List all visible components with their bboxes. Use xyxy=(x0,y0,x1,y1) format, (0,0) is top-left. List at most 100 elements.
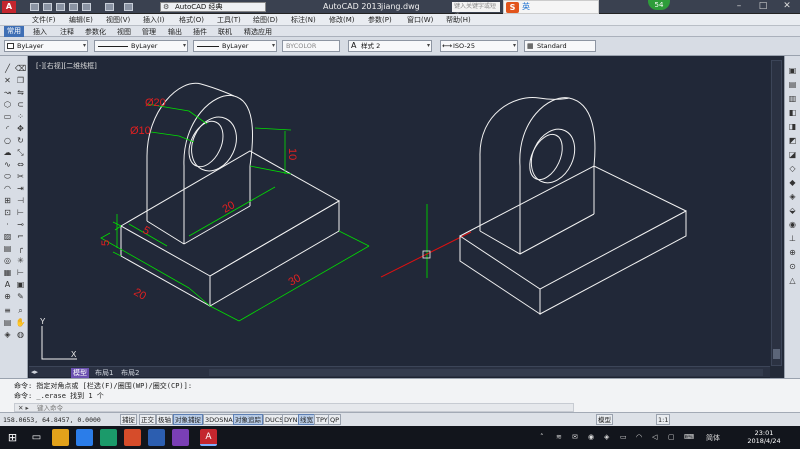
zoom-icon[interactable]: ⌕ xyxy=(15,306,26,316)
clock[interactable]: 23:01 2018/4/24 xyxy=(734,429,794,445)
multiline-text-icon[interactable]: A xyxy=(2,280,13,290)
ortho-toggle[interactable]: 正交 xyxy=(139,414,156,425)
rotate-icon[interactable]: ↻ xyxy=(15,136,26,146)
tab-plugins[interactable]: 插件 xyxy=(193,27,207,37)
ucs-origin-icon[interactable]: ⊙ xyxy=(787,262,798,272)
vertical-scrollbar[interactable] xyxy=(771,60,782,366)
offset-icon[interactable]: ⊂ xyxy=(15,100,26,110)
volume-icon[interactable]: ◁ xyxy=(652,433,657,441)
app-icon[interactable] xyxy=(100,429,117,446)
file-explorer-icon[interactable] xyxy=(52,429,69,446)
osnap-toggle[interactable]: 对象捕捉 xyxy=(173,414,203,425)
tab-featured-apps[interactable]: 精选应用 xyxy=(244,27,272,37)
ellipse-arc-icon[interactable]: ◠ xyxy=(2,184,13,194)
mirror-icon[interactable]: ⇋ xyxy=(15,88,26,98)
plotstyle-select[interactable]: BYCOLOR xyxy=(282,40,340,52)
text-style-select[interactable]: A 样式 2 ▾ xyxy=(348,40,432,52)
polar-toggle[interactable]: 极轴 xyxy=(156,414,173,425)
save-icon[interactable] xyxy=(56,3,65,11)
insert-block-icon[interactable]: ⊞ xyxy=(2,196,13,206)
maximize-icon[interactable]: □ xyxy=(752,0,774,14)
spline-icon[interactable]: ∿ xyxy=(2,160,13,170)
tab-parametric[interactable]: 参数化 xyxy=(85,27,106,37)
otrack-toggle[interactable]: 对象追踪 xyxy=(233,414,263,425)
close-icon[interactable]: ✕ xyxy=(776,0,798,14)
revcloud-icon[interactable]: ☁ xyxy=(2,148,13,158)
rectangle-icon[interactable]: ▭ xyxy=(2,112,13,122)
scrollbar-thumb[interactable] xyxy=(773,349,780,359)
break-icon[interactable]: ⊢ xyxy=(15,208,26,218)
back-view-icon[interactable]: ◪ xyxy=(787,150,798,160)
scale-icon[interactable]: ⤡ xyxy=(15,148,26,158)
search-input[interactable]: 键入关键字或短语 xyxy=(452,2,500,20)
plot-icon[interactable] xyxy=(82,3,91,11)
headset-icon[interactable]: ◉ xyxy=(588,433,594,441)
point-icon[interactable]: · xyxy=(2,220,13,230)
app-icon[interactable] xyxy=(124,429,141,446)
app-icon[interactable] xyxy=(148,429,165,446)
right-view-icon[interactable]: ◨ xyxy=(787,122,798,132)
chamfer-icon[interactable]: ⌐ xyxy=(15,232,26,242)
menu-modify[interactable]: 修改(M) xyxy=(329,15,355,25)
explode-icon[interactable]: ✳ xyxy=(15,256,26,266)
display-icon[interactable]: ▢ xyxy=(668,433,675,441)
polyline-icon[interactable]: ↝ xyxy=(2,88,13,98)
network-icon[interactable]: ≋ xyxy=(556,433,562,441)
add-selected-icon[interactable]: ⊕ xyxy=(2,292,13,302)
tab-insert[interactable]: 插入 xyxy=(33,27,47,37)
table-icon[interactable]: ▦ xyxy=(2,268,13,278)
ime-tray-icon[interactable]: ⌨ xyxy=(684,433,694,441)
wifi-icon[interactable]: ◠ xyxy=(636,433,642,441)
menu-parametric[interactable]: 参数(P) xyxy=(368,15,392,25)
ne-iso-icon[interactable]: ◈ xyxy=(787,192,798,202)
menu-dimension[interactable]: 标注(N) xyxy=(291,15,316,25)
tab-layout1[interactable]: 布局1 xyxy=(95,368,113,378)
layer-tool-icon[interactable]: ◈ xyxy=(2,330,13,340)
array-icon[interactable]: ⁘ xyxy=(15,112,26,122)
snap-toggle[interactable]: 捕捉 xyxy=(120,414,137,425)
se-iso-icon[interactable]: ◆ xyxy=(787,178,798,188)
dimension-icon[interactable]: ⊢ xyxy=(15,268,26,278)
pan-icon[interactable]: ✋ xyxy=(15,318,26,328)
fillet-icon[interactable]: ╭ xyxy=(15,244,26,254)
dim-style-select[interactable]: ⟷ ISO-25 ▾ xyxy=(440,40,518,52)
named-views-icon[interactable]: ▣ xyxy=(787,66,798,76)
match-properties-icon[interactable]: ✎ xyxy=(15,292,26,302)
autocad-logo[interactable]: A xyxy=(2,1,16,13)
minimize-icon[interactable]: – xyxy=(728,0,750,14)
extend-icon[interactable]: ⇥ xyxy=(15,184,26,194)
new-file-icon[interactable] xyxy=(30,3,39,11)
open-file-icon[interactable] xyxy=(43,3,52,11)
tab-home[interactable]: 常用 xyxy=(4,26,24,37)
break-at-point-icon[interactable]: ⊣ xyxy=(15,196,26,206)
lwt-toggle[interactable]: 线宽 xyxy=(298,414,315,425)
menu-tools[interactable]: 工具(T) xyxy=(217,15,241,25)
command-input[interactable]: ✕ ▸ 键入命令 xyxy=(14,403,574,412)
ime-language[interactable]: 英 xyxy=(522,2,530,11)
task-view-icon[interactable]: ▭ xyxy=(28,429,45,446)
model-space-button[interactable]: 模型 xyxy=(596,414,613,425)
hatch-icon[interactable]: ▨ xyxy=(2,232,13,242)
line-tool-icon[interactable]: ╱ xyxy=(2,64,13,74)
tab-view[interactable]: 视图 xyxy=(117,27,131,37)
trim-icon[interactable]: ✂ xyxy=(15,172,26,182)
table-style-select[interactable]: ▦ Standard xyxy=(524,40,596,52)
menu-file[interactable]: 文件(F) xyxy=(32,15,56,25)
arc-icon[interactable]: ◜ xyxy=(2,124,13,134)
qp-toggle[interactable]: QP xyxy=(328,414,342,425)
left-view-icon[interactable]: ◧ xyxy=(787,108,798,118)
stretch-icon[interactable]: ⇔ xyxy=(15,160,26,170)
erase-icon[interactable]: ⌫ xyxy=(15,64,26,74)
region-icon[interactable]: ◎ xyxy=(2,256,13,266)
menu-view[interactable]: 视图(V) xyxy=(106,15,130,25)
nw-iso-icon[interactable]: ⬙ xyxy=(787,206,798,216)
join-icon[interactable]: ⊸ xyxy=(15,220,26,230)
linetype-select[interactable]: ByLayer ▾ xyxy=(94,40,188,52)
menu-edit[interactable]: 编辑(E) xyxy=(69,15,93,25)
undo-icon[interactable] xyxy=(105,3,114,11)
polygon-icon[interactable]: ⬡ xyxy=(2,100,13,110)
layer-state-icon[interactable]: ▤ xyxy=(2,318,13,328)
workspace-select[interactable]: ⚙ AutoCAD 经典 xyxy=(160,2,266,12)
menu-window[interactable]: 窗口(W) xyxy=(407,15,433,25)
autocad-taskbar-icon[interactable]: A xyxy=(200,429,217,446)
